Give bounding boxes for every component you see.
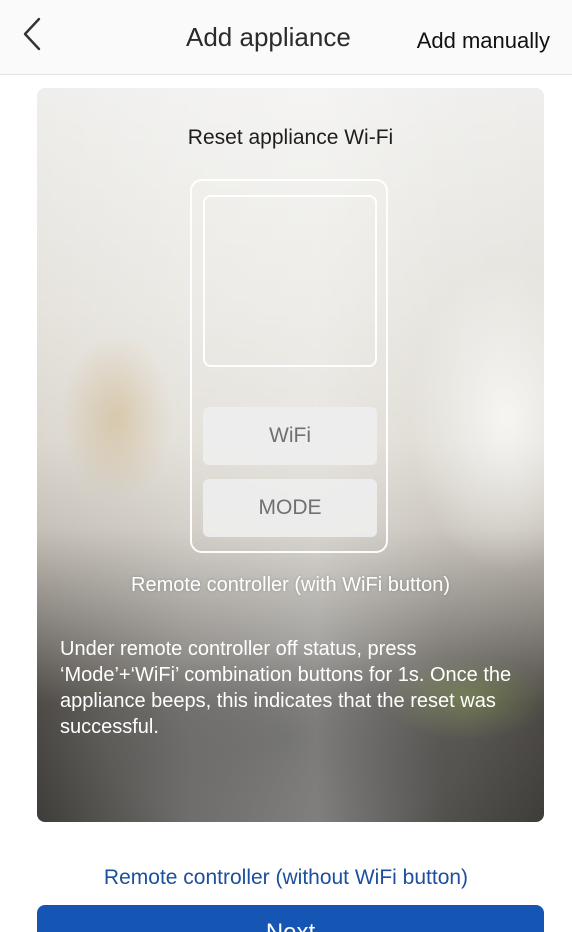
remote-wifi-button: WiFi (203, 407, 377, 465)
remote-mode-button: MODE (203, 479, 377, 537)
page-title: Add appliance (186, 22, 351, 52)
reset-instructions-card: Reset appliance Wi-Fi WiFi MODE Remote c… (37, 88, 544, 822)
remote-controller-illustration: WiFi MODE (190, 179, 388, 553)
chevron-left-icon (22, 17, 42, 56)
remote-without-wifi-link[interactable]: Remote controller (without WiFi button) (0, 866, 572, 890)
remote-display (203, 195, 377, 367)
next-button[interactable]: Next (37, 905, 544, 932)
reset-instructions-text: Under remote controller off status, pres… (60, 638, 512, 738)
next-button-label: Next (266, 919, 315, 932)
add-appliance-screen: Add appliance Add manually Reset applian… (0, 0, 572, 932)
back-button[interactable] (14, 16, 50, 56)
add-manually-button[interactable]: Add manually (417, 28, 550, 54)
card-title: Reset appliance Wi-Fi (187, 126, 394, 149)
remote-caption: Remote controller (with WiFi button) (131, 574, 450, 596)
top-nav-bar: Add appliance Add manually (0, 0, 572, 75)
